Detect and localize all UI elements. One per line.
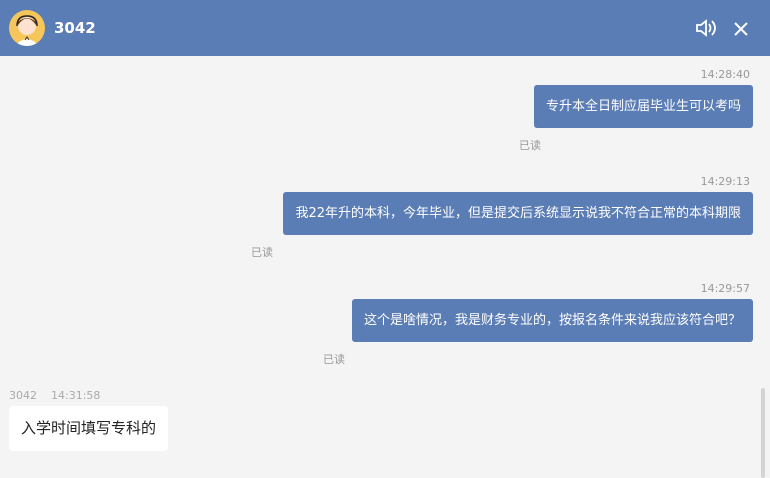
close-icon[interactable] [734,21,748,40]
message-time: 14:29:57 [700,282,750,295]
speaker-icon[interactable] [695,18,719,42]
scrollbar[interactable] [761,388,765,478]
chat-title: 3042 [54,19,96,37]
message-time: 14:28:40 [700,68,750,81]
message-time: 14:31:58 [51,389,101,402]
outgoing-message: 我22年升的本科，今年毕业，但是提交后系统显示说我不符合正常的本科期限 [283,192,753,235]
read-status: 已读 [519,139,541,152]
chat-header: 3042 [0,0,770,56]
read-status: 已读 [323,353,345,366]
sender-name: 3042 [9,389,37,402]
outgoing-message: 专升本全日制应届毕业生可以考吗 [533,85,753,128]
agent-avatar-icon [9,10,45,46]
message-time: 14:29:13 [700,175,750,188]
read-status: 已读 [251,246,273,259]
message-list[interactable]: 14:28:40 专升本全日制应届毕业生可以考吗 已读 14:29:13 我22… [0,56,770,478]
outgoing-message: 这个是啥情况，我是财务专业的，按报名条件来说我应该符合吧？ [351,299,753,342]
incoming-message: 入学时间填写专科的 [9,406,169,451]
incoming-meta: 3042 14:31:58 [9,389,100,402]
